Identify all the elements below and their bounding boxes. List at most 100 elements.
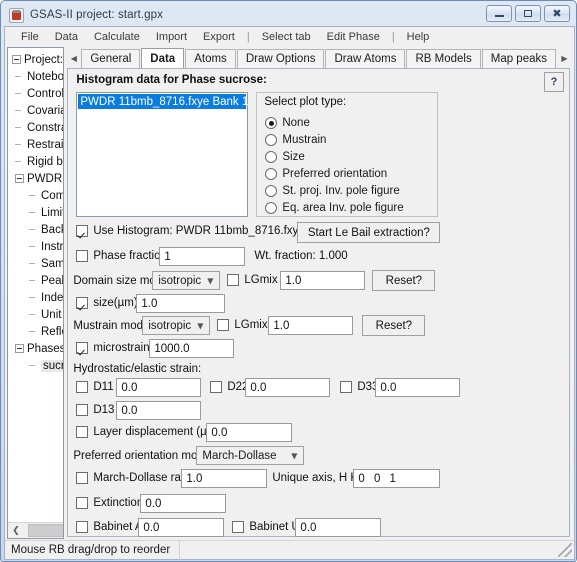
tree-node[interactable]: Controls [12,85,63,102]
mustrain-reset-button[interactable]: Reset? [362,315,426,336]
tree-branch-icon [15,106,24,115]
tree-node[interactable]: Instrument Parameters [12,238,63,255]
d13-input[interactable]: 0.0 [116,401,202,420]
scrollbar-track[interactable] [24,522,63,538]
tree-node[interactable]: Peak List [12,272,63,289]
resize-grip-icon[interactable] [558,543,572,557]
menu-import[interactable]: Import [148,30,195,44]
tree-node[interactable]: PWDR 11bmb_8716.fxye Ban [12,170,63,187]
babinet-a-checkbox[interactable]: Babinet A: [76,521,146,533]
domain-lgmix-input[interactable]: 1.0 [280,271,366,290]
phase-fraction-input[interactable]: 1 [159,247,246,266]
extinction-input[interactable]: 0.0 [140,494,227,513]
menu-file[interactable]: File [13,30,47,44]
menu-calculate[interactable]: Calculate [86,30,148,44]
tab-scroll-right-icon[interactable]: ▶ [557,49,572,68]
extinction-label: Extinction: [93,497,147,509]
tree-node[interactable]: Unit Cells List [12,306,63,323]
tree-node[interactable]: Project: start.gpx [12,51,63,68]
tab-scroll-left-icon[interactable]: ◀ [66,49,81,68]
tree-node[interactable]: Restraints [12,136,63,153]
tab-atoms[interactable]: Atoms [185,49,236,68]
microstrain-input[interactable]: 1000.0 [149,339,235,358]
microstrain-checkbox[interactable]: microstrain: [76,342,153,354]
tree-node-label: Index Peak List [41,291,63,304]
radio-plot-none[interactable]: None [265,117,310,129]
tab-data[interactable]: Data [141,48,185,68]
march-dollase-ratio-input[interactable]: 1.0 [181,469,268,488]
march-dollase-ratio-checkbox[interactable]: March-Dollase ratio: [76,472,196,484]
radio-plot-st-proj-inv-pole-figure[interactable]: St. proj. Inv. pole figure [265,185,400,197]
tree-node[interactable]: Constraints [12,119,63,136]
tree-node[interactable]: Covariance [12,102,63,119]
mustrain-lgmix-input[interactable]: 1.0 [268,316,354,335]
phase-fraction-checkbox[interactable]: Phase fraction: [76,250,170,262]
mustrain-model-select[interactable]: isotropic ▼ [142,316,211,335]
tab-draw-options[interactable]: Draw Options [236,49,325,68]
babinet-u-checkbox[interactable]: Babinet U: [232,521,303,533]
layer-displacement-checkbox[interactable]: Layer displacement (µm): [76,426,223,438]
d33-input[interactable]: 0.0 [375,378,461,397]
tree-node[interactable]: Index Peak List [12,289,63,306]
tree-expander-icon[interactable] [15,174,24,183]
tree-branch-icon [15,140,24,149]
start-le-bail-extraction-button[interactable]: Start Le Bail extraction? [297,222,441,243]
radio-plot-eq-area-inv-pole-figure[interactable]: Eq. area Inv. pole figure [265,202,404,214]
layer-displacement-input[interactable]: 0.0 [206,423,293,442]
domain-size-reset-button[interactable]: Reset? [372,270,436,291]
d22-input[interactable]: 0.0 [245,378,331,397]
minimize-button[interactable] [486,5,512,22]
radio-plot-size[interactable]: Size [265,151,305,163]
tab-map-peaks[interactable]: Map peaks [481,49,556,68]
help-icon[interactable]: ? [544,72,564,92]
domain-lgmix-checkbox[interactable]: LGmix [227,274,278,286]
menu-edit-phase[interactable]: Edit Phase [319,30,388,44]
maximize-button[interactable] [515,5,541,22]
extinction-checkbox[interactable]: Extinction: [76,497,146,509]
d11-checkbox[interactable]: D11 [76,381,114,393]
scrollbar-thumb[interactable] [28,523,63,537]
tree-node[interactable]: Phases [12,340,63,357]
d13-checkbox[interactable]: D13 [76,404,114,416]
menu-data[interactable]: Data [47,30,86,44]
preferred-orientation-model-select[interactable]: March-Dollase ▼ [196,446,305,465]
close-button[interactable]: ✖ [544,5,570,22]
tree-node[interactable]: sucrose [12,357,63,374]
mustrain-lgmix-checkbox[interactable]: LGmix [217,319,268,331]
list-item[interactable]: PWDR 11bmb_8716.fxye Bank 1 [78,94,248,109]
tree-node[interactable]: Background [12,221,63,238]
chevron-left-icon[interactable]: ❮ [8,522,24,538]
d33-checkbox[interactable]: D33 [340,381,378,393]
size-input[interactable]: 1.0 [136,294,226,313]
tab-general[interactable]: General [81,49,141,68]
menu-export[interactable]: Export [195,30,243,44]
babinet-u-input[interactable]: 0.0 [295,518,382,537]
project-tree[interactable]: Project: start.gpx Notebook Controls Covari… [8,51,63,521]
tree-node[interactable]: Limits [12,204,63,221]
d22-checkbox[interactable]: D22 [210,381,248,393]
tree-node[interactable]: Reflection Lists [12,323,63,340]
tree-node[interactable]: Rigid bodies [12,153,63,170]
histogram-listbox[interactable]: PWDR 11bmb_8716.fxye Bank 1 [76,92,249,217]
tree-node[interactable]: Notebook [12,68,63,85]
d11-label: D11 [93,381,114,393]
checkbox-icon [76,225,89,237]
radio-plot-preferred-orientation[interactable]: Preferred orientation [265,168,387,180]
babinet-a-input[interactable]: 0.0 [138,518,225,537]
tree-branch-icon [15,72,24,81]
unique-axis-input[interactable]: 0 0 1 [353,469,441,488]
tree-expander-icon[interactable] [12,55,21,64]
tab-draw-atoms[interactable]: Draw Atoms [325,49,406,68]
d11-input[interactable]: 0.0 [116,378,202,397]
radio-plot-mustrain[interactable]: Mustrain [265,134,326,146]
tree-horizontal-scrollbar[interactable]: ❮ ❯ [8,522,63,538]
domain-size-model-select[interactable]: isotropic ▼ [152,271,221,290]
menu-help[interactable]: Help [399,30,438,44]
tree-node-label: Reflection Lists [41,325,63,338]
tab-rb-models[interactable]: RB Models [406,49,481,68]
tree-node[interactable]: Sample Parameters [12,255,63,272]
menu-select-tab[interactable]: Select tab [254,30,319,44]
size-checkbox[interactable]: size(µm): [76,297,141,309]
tree-node[interactable]: Comments [12,187,63,204]
tree-expander-icon[interactable] [15,344,24,353]
